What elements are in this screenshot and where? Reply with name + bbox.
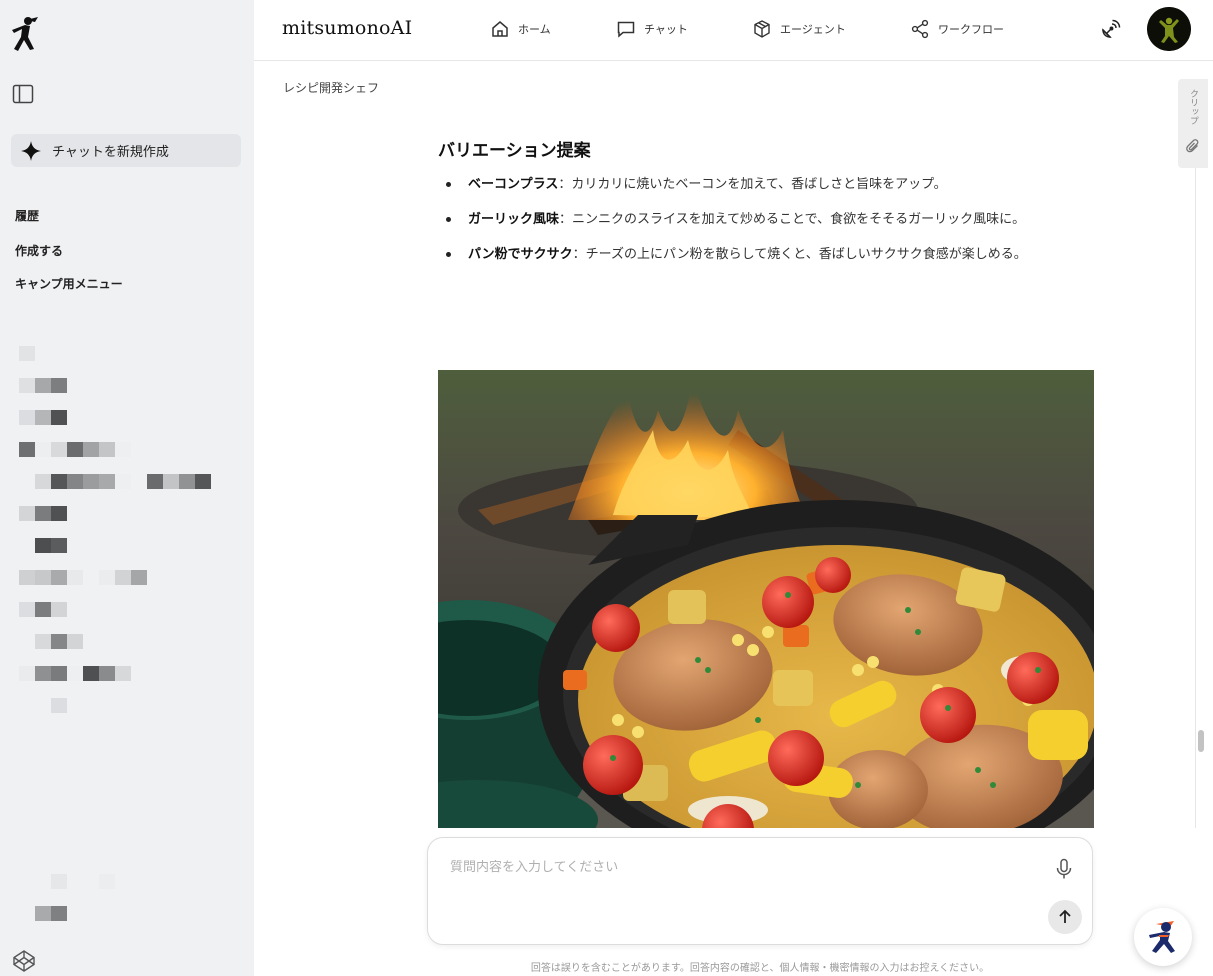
nav-agent-label: エージェント	[780, 23, 846, 36]
redacted-history-item[interactable]	[19, 410, 67, 425]
redacted-history-item[interactable]	[35, 538, 67, 553]
satellite-dish-icon[interactable]	[1098, 18, 1122, 42]
new-chat-label: チャットを新規作成	[52, 145, 169, 160]
nav-agent[interactable]: エージェント	[752, 18, 846, 40]
codepen-icon[interactable]	[12, 949, 36, 973]
nav-workflow-label: ワークフロー	[938, 23, 1004, 36]
breadcrumb[interactable]: レシピ開発シェフ	[283, 79, 379, 96]
redacted-history-item[interactable]	[19, 442, 131, 457]
microphone-icon[interactable]	[1054, 858, 1074, 880]
home-icon	[492, 21, 508, 37]
clip-label: クリップ	[1188, 89, 1198, 125]
generated-dish-image	[438, 370, 1094, 828]
clip-side-tab[interactable]: クリップ	[1178, 79, 1208, 168]
question-input[interactable]	[450, 860, 1030, 875]
redacted-history-item[interactable]	[19, 570, 147, 585]
list-item: ガーリック風味：ニンニクのスライスを加えて炒めることで、食欲をそそるガーリック風…	[438, 206, 1094, 233]
sidebar-item-camp-menu[interactable]: キャンプ用メニュー	[15, 275, 123, 292]
sidebar: チャットを新規作成 履歴 作成する キャンプ用メニュー	[0, 0, 254, 976]
sparkle-icon	[21, 140, 41, 161]
variation-list: ベーコンプラス：カリカリに焼いたベーコンを加えて、香ばしさと旨味をアップ。 ガー…	[438, 171, 1094, 268]
redacted-history-item[interactable]	[35, 474, 211, 489]
disclaimer-text: 回答は誤りを含むことがあります。回答内容の確認と、個人情報・機密情報の入力はお控…	[530, 963, 990, 974]
history-heading: 履歴	[15, 209, 40, 223]
sidebar-item-create[interactable]: 作成する	[15, 242, 63, 259]
nav-home[interactable]: ホーム	[490, 18, 551, 40]
share-nodes-icon	[911, 19, 929, 39]
paperclip-icon	[1186, 139, 1199, 153]
list-item: パン粉でサクサク：チーズの上にパン粉を散らして焼くと、香ばしいサクサク食感が楽し…	[438, 241, 1094, 268]
scrollbar-thumb[interactable]	[1198, 730, 1204, 752]
arrow-up-icon	[1059, 909, 1071, 923]
assistant-fab[interactable]	[1134, 908, 1192, 966]
ninja-mascot-icon	[1149, 921, 1175, 953]
scroll-track	[1195, 168, 1196, 828]
redacted-history-item[interactable]	[51, 698, 67, 713]
list-item: ベーコンプラス：カリカリに焼いたベーコンを加えて、香ばしさと旨味をアップ。	[438, 171, 1094, 198]
top-bar: mitsumonoAI ホーム チャット エージェント ワークフロー	[254, 0, 1213, 61]
avatar[interactable]	[1147, 7, 1191, 51]
chat-icon	[617, 21, 635, 38]
redacted-history-item[interactable]	[51, 874, 115, 889]
nav-home-label: ホーム	[518, 23, 551, 36]
redacted-history-item[interactable]	[19, 506, 67, 521]
send-button[interactable]	[1048, 900, 1082, 934]
nav-workflow[interactable]: ワークフロー	[910, 18, 1004, 40]
nav-chat[interactable]: チャット	[616, 18, 688, 40]
answer-content: バリエーション提案 ベーコンプラス：カリカリに焼いたベーコンを加えて、香ばしさと…	[438, 136, 1094, 276]
redacted-history-item[interactable]	[19, 346, 35, 361]
redacted-history-item[interactable]	[19, 378, 67, 393]
ninja-logo-icon[interactable]	[8, 15, 40, 53]
redacted-history-item[interactable]	[35, 906, 67, 921]
cube-icon	[754, 20, 770, 38]
nav-chat-label: チャット	[644, 23, 688, 36]
sidebar-toggle-icon[interactable]	[12, 83, 34, 105]
new-chat-button[interactable]: チャットを新規作成	[11, 134, 241, 167]
redacted-history-item[interactable]	[19, 666, 131, 681]
message-composer	[427, 837, 1093, 945]
redacted-history-item[interactable]	[19, 602, 67, 617]
brand-title[interactable]: mitsumonoAI	[282, 17, 412, 39]
variation-heading: バリエーション提案	[438, 141, 591, 161]
redacted-history-item[interactable]	[35, 634, 83, 649]
